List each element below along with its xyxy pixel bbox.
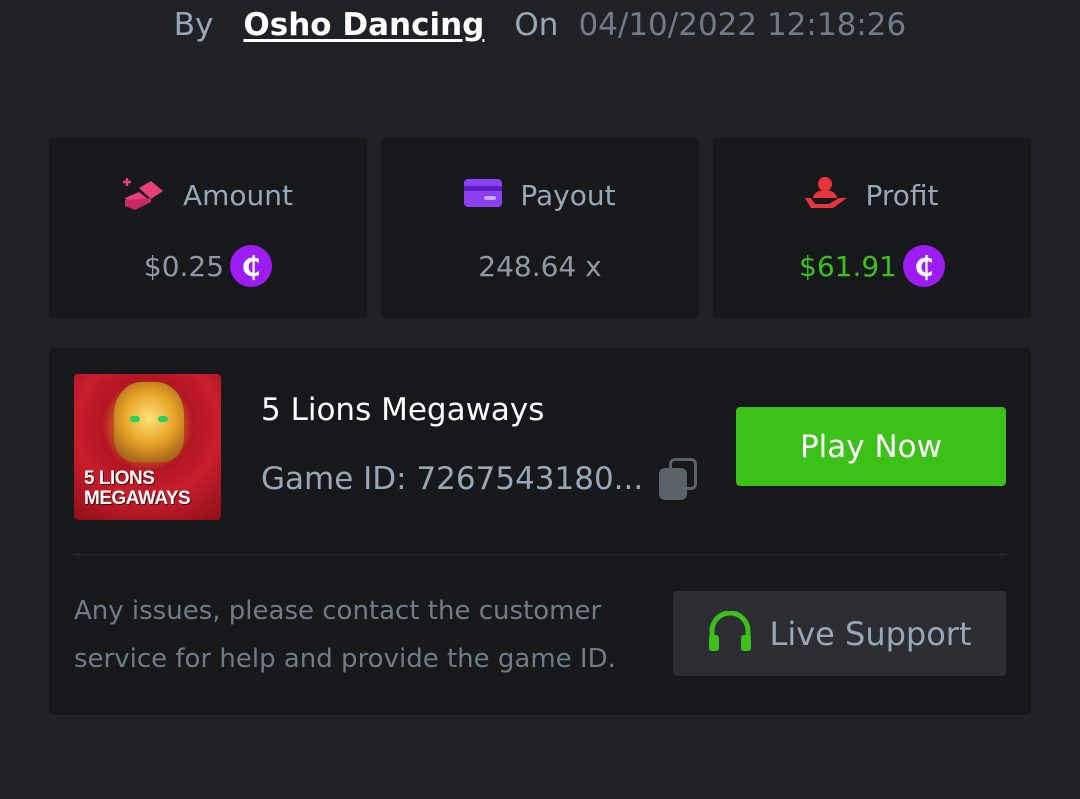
payout-label: Payout xyxy=(520,178,616,212)
profit-value: $61.91 xyxy=(799,249,897,283)
amount-value: $0.25 xyxy=(143,249,225,283)
profit-value-row: $61.91 ₵ xyxy=(799,245,945,287)
thumbnail-logo-text: 5 LIONS MEGAWAYS xyxy=(84,468,191,509)
game-card: 5 LIONS MEGAWAYS 5 Lions Megaways Game I… xyxy=(49,348,1031,715)
hand-user-icon xyxy=(805,176,848,214)
stat-payout: Payout 248.64 x xyxy=(381,137,699,319)
bet-stats: Amount $0.25 ₵ Payout 248.64 x Profit $6… xyxy=(49,137,1031,319)
on-label: On xyxy=(514,7,559,43)
username-link[interactable]: Osho Dancing xyxy=(243,7,484,43)
game-id: Game ID: 7267543180... xyxy=(261,461,644,497)
payout-value-row: 248.64 x xyxy=(478,245,601,287)
coin-icon: ₵ xyxy=(230,245,273,287)
bet-datetime: 04/10/2022 12:18:26 xyxy=(578,7,907,43)
lion-artwork xyxy=(114,382,184,462)
coins-icon xyxy=(122,176,165,214)
game-thumbnail[interactable]: 5 LIONS MEGAWAYS xyxy=(74,374,221,520)
bet-byline: By Osho Dancing On 04/10/2022 12:18:26 xyxy=(0,0,1080,50)
headset-icon xyxy=(707,610,753,657)
divider xyxy=(74,554,1006,555)
stat-amount: Amount $0.25 ₵ xyxy=(49,137,367,319)
payout-value: 248.64 x xyxy=(478,249,602,283)
live-support-button[interactable]: Live Support xyxy=(673,591,1006,676)
amount-value-row: $0.25 ₵ xyxy=(143,245,273,287)
card-icon xyxy=(464,177,503,213)
profit-label: Profit xyxy=(865,178,939,212)
game-title: 5 Lions Megaways xyxy=(261,392,545,428)
copy-icon[interactable] xyxy=(659,458,698,500)
stat-profit: Profit $61.91 ₵ xyxy=(713,137,1031,319)
amount-label: Amount xyxy=(182,178,294,212)
play-now-button[interactable]: Play Now xyxy=(736,407,1006,486)
live-support-label: Live Support xyxy=(769,614,972,653)
by-label: By xyxy=(173,7,214,43)
help-text: Any issues, please contact the customer … xyxy=(74,596,616,674)
coin-icon: ₵ xyxy=(902,245,945,287)
game-id-row: Game ID: 7267543180... xyxy=(261,458,698,500)
